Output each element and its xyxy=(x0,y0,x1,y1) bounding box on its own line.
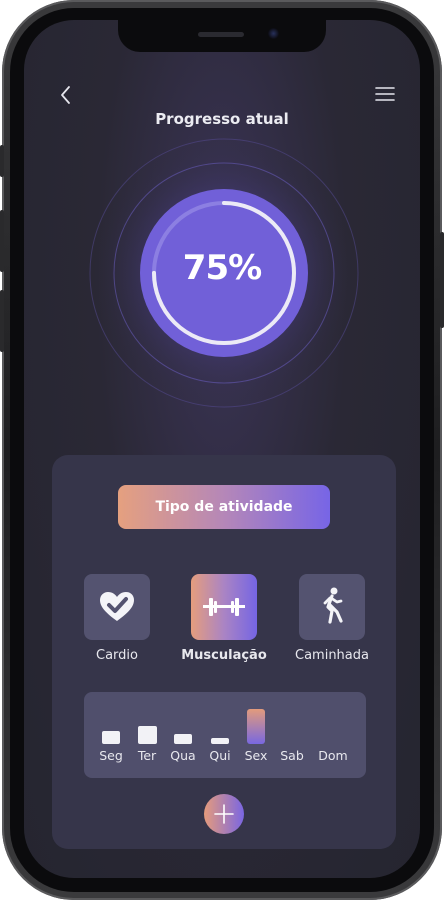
day-ter[interactable]: Ter xyxy=(127,692,167,778)
activity-caminhada[interactable] xyxy=(299,574,365,640)
day-label: Qui xyxy=(209,748,231,763)
weekly-chart: Seg Ter Qua Qui Sex Sab Dom xyxy=(84,692,366,778)
menu-button[interactable] xyxy=(375,86,395,102)
day-bar xyxy=(174,734,192,744)
day-qua[interactable]: Qua xyxy=(163,692,203,778)
day-label: Dom xyxy=(318,748,348,763)
activity-cardio[interactable] xyxy=(84,574,150,640)
day-label: Seg xyxy=(99,748,123,763)
day-dom[interactable]: Dom xyxy=(313,692,353,778)
phone-frame: Progresso atual 75% Tipo de atividade Ca… xyxy=(0,0,444,900)
volume-down-button xyxy=(0,290,4,352)
back-button[interactable] xyxy=(56,82,76,108)
silent-switch xyxy=(0,145,4,177)
activity-label-cardio: Cardio xyxy=(96,648,138,663)
activity-label-musculacao: Musculação xyxy=(181,648,267,663)
page-title: Progresso atual xyxy=(155,110,289,128)
chevron-left-icon xyxy=(61,86,70,104)
day-bar xyxy=(137,726,157,744)
day-sab[interactable]: Sab xyxy=(272,692,312,778)
day-bar xyxy=(211,738,229,744)
app-screen: Progresso atual 75% Tipo de atividade Ca… xyxy=(24,20,420,878)
activity-musculacao[interactable] xyxy=(191,574,257,640)
day-label: Sex xyxy=(244,748,268,763)
day-sex[interactable]: Sex xyxy=(236,692,276,778)
speaker-grille xyxy=(198,32,244,37)
day-label: Qua xyxy=(170,748,196,763)
plus-icon xyxy=(214,804,234,824)
day-seg[interactable]: Seg xyxy=(91,692,131,778)
day-bar xyxy=(102,731,120,744)
day-bar xyxy=(247,709,265,744)
walking-person-icon xyxy=(323,587,343,624)
activity-type-button[interactable]: Tipo de atividade xyxy=(118,485,330,529)
volume-up-button xyxy=(0,210,4,272)
add-button[interactable] xyxy=(204,794,244,834)
power-button xyxy=(440,232,444,328)
heart-check-icon xyxy=(100,592,134,621)
hamburger-menu-icon xyxy=(375,87,395,101)
notch xyxy=(118,20,326,52)
dumbbell-icon xyxy=(203,598,245,616)
progress-percentage: 75% xyxy=(182,248,262,288)
front-camera xyxy=(268,28,279,39)
day-label: Sab xyxy=(280,748,304,763)
day-label: Ter xyxy=(137,748,157,763)
activity-label-caminhada: Caminhada xyxy=(295,648,369,663)
day-qui[interactable]: Qui xyxy=(200,692,240,778)
